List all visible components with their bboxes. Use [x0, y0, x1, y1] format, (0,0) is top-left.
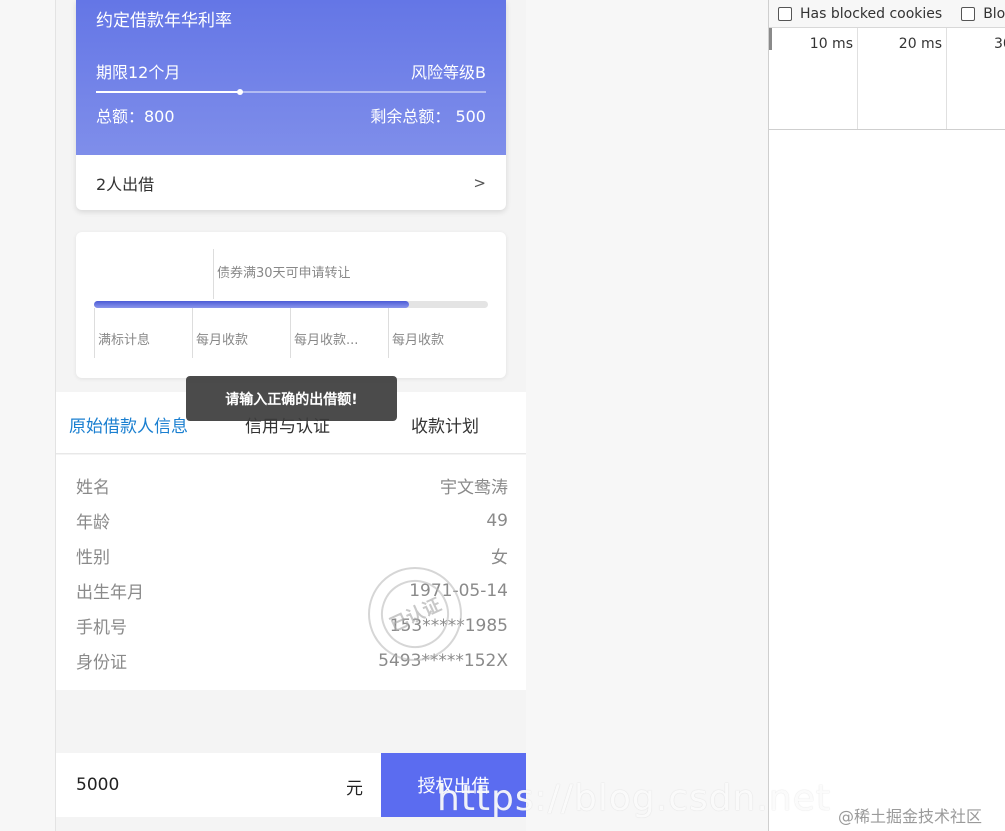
repayment-timeline-card: 债券满30天可申请转让 满标计息 每月收款 每月收款... 每月收款 — [76, 232, 506, 378]
info-row-name: 姓名 宇文鸯涛 — [76, 468, 508, 503]
info-value: 宇文鸯涛 — [440, 478, 508, 498]
borrower-info-panel: 姓名 宇文鸯涛 年龄 49 性别 女 出生年月 1971-05-14 手机号 1… — [56, 455, 526, 690]
loan-term: 期限12个月 — [96, 63, 181, 82]
lenders-link[interactable]: 2人出借 > — [76, 155, 506, 210]
transfer-note: 债券满30天可申请转让 — [217, 266, 351, 281]
info-label: 身份证 — [76, 653, 127, 673]
lenders-count: 2人出借 — [96, 174, 155, 194]
funding-progress-fill — [96, 91, 241, 93]
timeline-tick: 20 ms — [858, 28, 947, 129]
amount-field: 元 — [56, 753, 381, 817]
info-row-gender: 性别 女 — [76, 538, 508, 573]
info-value: 女 — [491, 548, 508, 568]
checkbox-icon — [961, 6, 976, 21]
funding-progress-bar — [96, 89, 486, 95]
devtools-filter-bar: Has blocked cookies Block — [769, 0, 1005, 28]
info-label: 手机号 — [76, 618, 127, 638]
timeline-note-marker — [213, 249, 214, 299]
timeline-progress-fill — [94, 301, 410, 308]
info-label: 出生年月 — [76, 583, 144, 603]
info-value: 49 — [486, 510, 508, 531]
timeline-step: 每月收款 — [388, 308, 486, 358]
timeline-tick: 10 ms — [769, 28, 858, 129]
tab-repayment-plan[interactable]: 收款计划 — [411, 412, 479, 437]
amount-unit: 元 — [346, 779, 363, 799]
timeline-tick: 30 — [994, 36, 1005, 52]
site-watermark: @稀土掘金技术社区 — [838, 807, 983, 826]
mobile-page: 约定借款年华利率 期限12个月 风险等级B 总额：800 剩余总额： 500 2… — [55, 0, 526, 831]
annual-rate-label: 约定借款年华利率 — [96, 11, 232, 31]
info-label: 性别 — [76, 548, 110, 568]
risk-level: 风险等级B — [411, 63, 486, 82]
devtools-network-panel: Has blocked cookies Block 10 ms 20 ms 30 — [768, 0, 1005, 831]
tab-borrower-info[interactable]: 原始借款人信息 — [69, 412, 188, 437]
network-overview-timeline[interactable]: 10 ms 20 ms 30 — [769, 28, 1005, 130]
verified-stamp-text: 已认证 — [369, 568, 461, 660]
checkbox-label: Has blocked cookies — [800, 5, 943, 22]
timeline-step: 每月收款... — [290, 308, 388, 358]
url-watermark: https://blog.csdn.net — [437, 778, 831, 819]
chevron-right-icon: > — [473, 173, 486, 192]
loan-card-header: 约定借款年华利率 期限12个月 风险等级B 总额：800 剩余总额： 500 — [76, 0, 506, 155]
timeline-progress-bar — [94, 301, 488, 308]
loan-summary-card: 约定借款年华利率 期限12个月 风险等级B 总额：800 剩余总额： 500 2… — [76, 0, 506, 210]
timeline-step: 满标计息 — [94, 308, 192, 358]
amount-input[interactable] — [56, 753, 336, 817]
checkbox-label: Block — [983, 5, 1005, 22]
funding-progress-knob — [237, 89, 244, 95]
timeline-step: 每月收款 — [192, 308, 290, 358]
remaining-amount: 剩余总额： 500 — [370, 107, 486, 126]
info-label: 姓名 — [76, 478, 110, 498]
checkbox-icon — [778, 6, 792, 21]
blocked-requests-checkbox[interactable]: Block — [961, 6, 1005, 22]
error-toast: 请输入正确的出借额! — [186, 376, 397, 421]
verified-stamp-icon: 已认证 — [368, 567, 462, 661]
total-amount: 总额：800 — [96, 107, 175, 126]
timeline-steps: 满标计息 每月收款 每月收款... 每月收款 — [94, 308, 486, 358]
has-blocked-cookies-checkbox[interactable]: Has blocked cookies — [778, 6, 942, 22]
info-row-age: 年龄 49 — [76, 503, 508, 538]
info-label: 年龄 — [76, 513, 110, 533]
